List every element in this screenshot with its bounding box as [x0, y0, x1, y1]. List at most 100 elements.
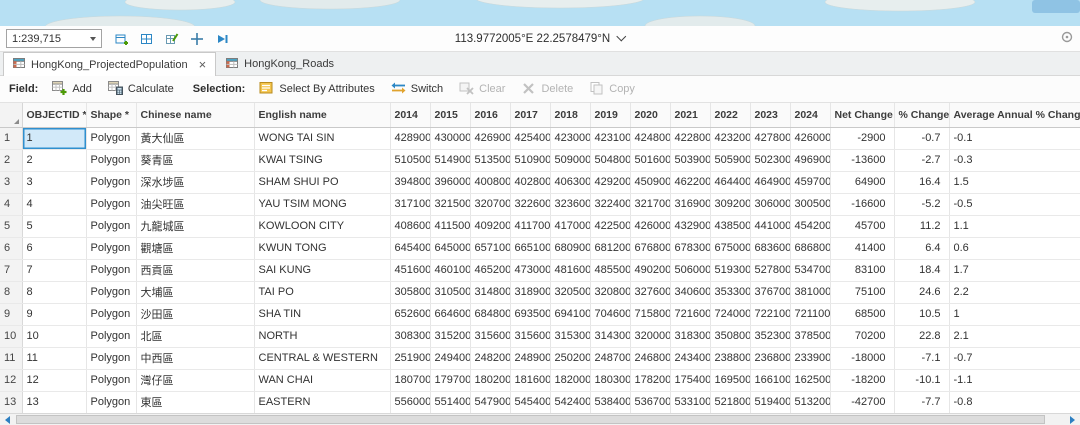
chevron-down-icon[interactable] [90, 37, 96, 41]
cell[interactable]: 深水埗區 [136, 171, 254, 193]
cell[interactable]: Polygon [86, 325, 136, 347]
cell[interactable]: 519400 [750, 391, 790, 413]
row-number[interactable]: 11 [0, 347, 22, 369]
cell[interactable]: 376700 [750, 281, 790, 303]
cell[interactable]: 九龍城區 [136, 215, 254, 237]
cell[interactable]: 314800 [470, 281, 510, 303]
cell[interactable]: 16.4 [894, 171, 949, 193]
row-number[interactable]: 3 [0, 171, 22, 193]
cell[interactable]: -16600 [830, 193, 894, 215]
cell[interactable]: SHA TIN [254, 303, 390, 325]
cell[interactable]: 318300 [670, 325, 710, 347]
table-row[interactable]: 99Polygon沙田區SHA TIN652600664600684800693… [0, 303, 1080, 325]
cell[interactable]: 166100 [750, 369, 790, 391]
cell[interactable]: 317100 [390, 193, 430, 215]
cell[interactable]: 450900 [630, 171, 670, 193]
cell[interactable]: 645000 [430, 237, 470, 259]
cell[interactable]: 大埔區 [136, 281, 254, 303]
cell[interactable]: 3 [22, 171, 86, 193]
cell[interactable]: 645400 [390, 237, 430, 259]
cell[interactable]: 246800 [630, 347, 670, 369]
cell[interactable]: 411500 [430, 215, 470, 237]
cell[interactable]: 2.1 [949, 325, 1080, 347]
cell[interactable]: 426000 [630, 215, 670, 237]
cell[interactable]: 505900 [710, 149, 750, 171]
cell[interactable]: 485500 [590, 259, 630, 281]
scrollbar-thumb[interactable] [16, 415, 1045, 424]
cell[interactable]: 527800 [750, 259, 790, 281]
cell[interactable]: 300500 [790, 193, 830, 215]
cell[interactable]: 536700 [630, 391, 670, 413]
cell[interactable]: 678300 [670, 237, 710, 259]
cell[interactable]: 70200 [830, 325, 894, 347]
cell[interactable]: Polygon [86, 281, 136, 303]
table-row[interactable]: 1111Polygon中西區CENTRAL & WESTERN251900249… [0, 347, 1080, 369]
cell[interactable]: 424800 [630, 127, 670, 149]
cell[interactable]: 12 [22, 369, 86, 391]
cell[interactable]: 400800 [470, 171, 510, 193]
column-header-change[interactable]: % Change [894, 103, 949, 127]
cell[interactable]: 430000 [430, 127, 470, 149]
cell[interactable]: 481600 [550, 259, 590, 281]
column-header-objectid[interactable]: OBJECTID * [22, 103, 86, 127]
cell[interactable]: 1.5 [949, 171, 1080, 193]
cell[interactable]: 13 [22, 391, 86, 413]
select-by-attributes-button[interactable]: Select By Attributes [252, 78, 381, 101]
cell[interactable]: 451600 [390, 259, 430, 281]
row-number[interactable]: 1 [0, 127, 22, 149]
cell[interactable]: 68500 [830, 303, 894, 325]
cell[interactable]: 250200 [550, 347, 590, 369]
column-header-net-change[interactable]: Net Change [830, 103, 894, 127]
cell[interactable]: -10.1 [894, 369, 949, 391]
row-number[interactable]: 6 [0, 237, 22, 259]
scroll-left-icon[interactable] [0, 414, 15, 425]
map-scale-combobox[interactable]: 1:239,715 [6, 29, 102, 48]
cell[interactable]: 320800 [590, 281, 630, 303]
copy-button[interactable]: Copy [582, 78, 642, 101]
cell[interactable]: -7.1 [894, 347, 949, 369]
cell[interactable]: 75100 [830, 281, 894, 303]
cell[interactable]: Polygon [86, 193, 136, 215]
cell[interactable]: 0.6 [949, 237, 1080, 259]
cell[interactable]: 251900 [390, 347, 430, 369]
cell[interactable]: 11.2 [894, 215, 949, 237]
column-header-2017[interactable]: 2017 [510, 103, 550, 127]
cell[interactable]: 426000 [790, 127, 830, 149]
cell[interactable]: 7 [22, 259, 86, 281]
cell[interactable]: 490200 [630, 259, 670, 281]
cell[interactable]: Polygon [86, 347, 136, 369]
cell[interactable]: 178200 [630, 369, 670, 391]
cell[interactable]: 724000 [710, 303, 750, 325]
cell[interactable]: 灣仔區 [136, 369, 254, 391]
cell[interactable]: 沙田區 [136, 303, 254, 325]
cell[interactable]: KOWLOON CITY [254, 215, 390, 237]
cell[interactable]: Polygon [86, 149, 136, 171]
cell[interactable]: 402800 [510, 171, 550, 193]
cell[interactable]: 182000 [550, 369, 590, 391]
cell[interactable]: 423000 [550, 127, 590, 149]
column-header-2014[interactable]: 2014 [390, 103, 430, 127]
column-header-2022[interactable]: 2022 [710, 103, 750, 127]
cell[interactable]: 676800 [630, 237, 670, 259]
cell[interactable]: SAI KUNG [254, 259, 390, 281]
cell[interactable]: 45700 [830, 215, 894, 237]
calculate-field-button[interactable]: Calculate [101, 78, 181, 101]
row-number[interactable]: 9 [0, 303, 22, 325]
cell[interactable]: 675000 [710, 237, 750, 259]
cell[interactable]: 693500 [510, 303, 550, 325]
cell[interactable]: 315300 [550, 325, 590, 347]
cell[interactable]: 180200 [470, 369, 510, 391]
cell[interactable]: 459700 [790, 171, 830, 193]
cell[interactable]: 181600 [510, 369, 550, 391]
step-forward-icon[interactable] [214, 31, 230, 47]
cell[interactable]: Polygon [86, 303, 136, 325]
cell[interactable]: 5 [22, 215, 86, 237]
cell[interactable]: 321700 [630, 193, 670, 215]
map-coordinates-dropdown[interactable]: 113.9772005°E 22.2578479°N [455, 33, 625, 45]
cell[interactable]: -42700 [830, 391, 894, 413]
cell[interactable]: 721100 [790, 303, 830, 325]
cell[interactable]: Polygon [86, 127, 136, 149]
column-header-shape[interactable]: Shape * [86, 103, 136, 127]
column-header-2020[interactable]: 2020 [630, 103, 670, 127]
cell[interactable]: 704600 [590, 303, 630, 325]
